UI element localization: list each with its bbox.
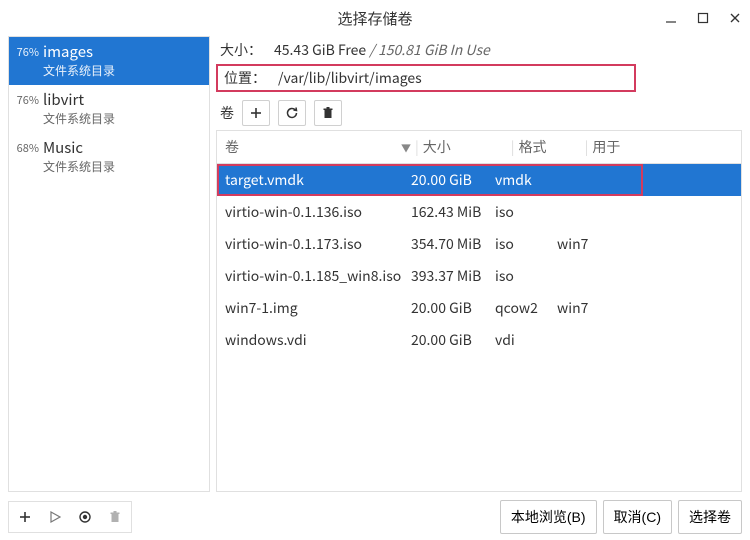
- cell-format: iso: [495, 266, 557, 286]
- add-volume-button[interactable]: [242, 100, 270, 126]
- refresh-button[interactable]: [278, 100, 306, 126]
- cell-volume: virtio-win-0.1.185_win8.iso: [225, 266, 411, 286]
- cell-volume: windows.vdi: [225, 330, 411, 350]
- stop-pool-button[interactable]: [71, 504, 99, 530]
- pool-toolbar: [8, 501, 132, 533]
- table-row[interactable]: windows.vdi 20.00 GiB vdi: [217, 324, 741, 356]
- free-space: 45.43 GiB Free: [274, 40, 366, 60]
- size-divider: /: [369, 40, 375, 60]
- cell-format: vmdk: [495, 170, 557, 190]
- pool-percent: 68%: [13, 137, 39, 156]
- volume-table: 卷 ▼ | 大小 | 格式 | 用于 target.vmdk 20.00 GiB…: [216, 130, 742, 492]
- delete-volume-button[interactable]: [314, 100, 342, 126]
- cancel-button[interactable]: 取消(C): [603, 500, 672, 534]
- minimize-icon[interactable]: [664, 11, 678, 25]
- sort-desc-icon: ▼: [401, 140, 411, 155]
- size-label: 大小：: [220, 40, 262, 60]
- pool-subtitle: 文件系统目录: [43, 158, 115, 175]
- cell-size: 393.37 MiB: [411, 266, 495, 286]
- cell-format: vdi: [495, 330, 557, 350]
- pool-subtitle: 文件系统目录: [43, 62, 115, 79]
- table-header: 卷 ▼ | 大小 | 格式 | 用于: [217, 131, 741, 164]
- volume-toolbar-label: 卷: [216, 103, 234, 123]
- header-used-label: 用于: [592, 137, 620, 157]
- table-row[interactable]: virtio-win-0.1.136.iso 162.43 MiB iso: [217, 196, 741, 228]
- pool-subtitle: 文件系统目录: [43, 110, 115, 127]
- cell-format: iso: [495, 202, 557, 222]
- pool-item-libvirt[interactable]: 76% libvirt 文件系统目录: [9, 85, 209, 133]
- start-pool-button[interactable]: [41, 504, 69, 530]
- header-format-col[interactable]: 格式: [519, 137, 581, 157]
- cell-size: 20.00 GiB: [411, 298, 495, 318]
- titlebar: 选择存储卷: [0, 0, 750, 36]
- cell-volume: target.vmdk: [225, 170, 411, 190]
- cell-format: iso: [495, 234, 557, 254]
- table-row[interactable]: virtio-win-0.1.173.iso 354.70 MiB iso wi…: [217, 228, 741, 260]
- cell-size: 162.43 MiB: [411, 202, 495, 222]
- in-use-space: 150.81 GiB In Use: [378, 40, 490, 60]
- location-label: 位置：: [218, 68, 272, 88]
- cell-used: win7: [557, 298, 733, 318]
- cell-volume: win7-1.img: [225, 298, 411, 318]
- delete-pool-button[interactable]: [101, 504, 129, 530]
- cell-size: 20.00 GiB: [411, 170, 495, 190]
- maximize-icon[interactable]: [696, 11, 710, 25]
- cell-size: 20.00 GiB: [411, 330, 495, 350]
- browse-local-button[interactable]: 本地浏览(B): [500, 500, 597, 534]
- size-info: 大小： 45.43 GiB Free / 150.81 GiB In Use: [216, 36, 742, 62]
- cell-size: 354.70 MiB: [411, 234, 495, 254]
- header-volume-label: 卷: [225, 137, 239, 157]
- pool-percent: 76%: [13, 41, 39, 60]
- header-format-label: 格式: [519, 137, 547, 157]
- window-controls: [664, 0, 742, 36]
- close-icon[interactable]: [728, 11, 742, 25]
- pool-name: Music: [43, 137, 115, 158]
- location-path: /var/lib/libvirt/images: [272, 68, 422, 88]
- selected-row-highlight-box[interactable]: target.vmdk 20.00 GiB vmdk: [217, 164, 643, 196]
- pool-item-music[interactable]: 68% Music 文件系统目录: [9, 133, 209, 181]
- pool-percent: 76%: [13, 89, 39, 108]
- cell-volume: virtio-win-0.1.173.iso: [225, 234, 411, 254]
- pool-item-images[interactable]: 76% images 文件系统目录: [9, 37, 209, 85]
- cell-volume: virtio-win-0.1.136.iso: [225, 202, 411, 222]
- header-size-col[interactable]: 大小: [423, 137, 507, 157]
- header-used-col[interactable]: 用于: [592, 137, 733, 157]
- cell-format: qcow2: [495, 298, 557, 318]
- pool-name: images: [43, 41, 115, 62]
- cell-used: win7: [557, 234, 733, 254]
- add-pool-button[interactable]: [11, 504, 39, 530]
- table-row[interactable]: win7-1.img 20.00 GiB qcow2 win7: [217, 292, 741, 324]
- pool-sidebar: 76% images 文件系统目录 76% libvirt 文件系统目录 68%…: [8, 36, 210, 492]
- table-row[interactable]: virtio-win-0.1.185_win8.iso 393.37 MiB i…: [217, 260, 741, 292]
- select-volume-button[interactable]: 选择卷: [678, 500, 742, 534]
- header-volume-col[interactable]: 卷 ▼: [225, 137, 411, 157]
- pool-name: libvirt: [43, 89, 115, 110]
- window-title: 选择存储卷: [337, 8, 412, 29]
- location-highlight-box: 位置： /var/lib/libvirt/images: [216, 64, 636, 92]
- header-size-label: 大小: [423, 137, 451, 157]
- table-body: target.vmdk 20.00 GiB vmdk virtio-win-0.…: [217, 164, 741, 491]
